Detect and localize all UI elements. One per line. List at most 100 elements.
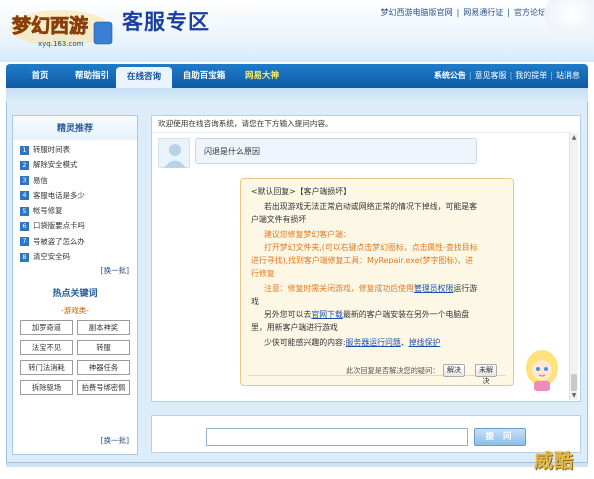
list-item[interactable]: 4 客服电话是多少 — [20, 188, 137, 203]
reply-line: 行修复 — [251, 269, 275, 278]
reply-text: 、 — [400, 338, 409, 347]
user-message-text: 闪退是什么原因 — [204, 147, 260, 156]
disconnect-protection-link[interactable]: 掉线保护 — [409, 338, 441, 347]
main-navbar: 首页 帮助指引 在线咨询 自助百宝箱 网易大神 系统公告 | 意见客服 | 我的提单 | 站… — [6, 64, 588, 88]
keyword-button[interactable]: 拍费号绑密佩 — [77, 380, 130, 396]
reply-line: 进行寻找),找到客户端修复工具：MyRepair.exe(梦字图标)，进 — [251, 256, 474, 265]
watermark-logo: 威酷 — [534, 450, 575, 472]
list-item-label: 解除安全模式 — [33, 160, 78, 170]
separator: | — [468, 71, 472, 80]
nav-help-guide[interactable]: 帮助指引 — [66, 64, 118, 88]
reply-text: 注意：修复时需关闭游戏，修复成功后使用 — [264, 284, 414, 293]
number-badge: 1 — [20, 145, 29, 155]
official-download-link[interactable]: 官网下载 — [311, 310, 343, 319]
list-item[interactable]: 6 口袋版要点卡吗 — [20, 218, 137, 233]
question-input[interactable] — [206, 428, 468, 446]
list-item[interactable]: 8 清空安全码 — [20, 249, 137, 264]
nav-site-messages[interactable]: 站消息 — [556, 71, 580, 80]
reply-text: 运行游 — [453, 284, 478, 293]
keyword-button[interactable]: 神器任务 — [77, 360, 130, 376]
sidebar-title: 精灵推荐 — [13, 116, 137, 140]
keyword-button[interactable]: 转门法消耗 — [20, 360, 73, 376]
server-issue-link[interactable]: 服务器运行问题 — [346, 338, 401, 347]
nav-netease-dashen[interactable]: 网易大神 — [236, 64, 288, 88]
nav-self-service[interactable]: 自助百宝箱 — [174, 64, 234, 88]
scroll-thumb[interactable] — [571, 374, 577, 391]
hot-keywords-title: 热点关键词 — [52, 289, 98, 300]
separator: | — [550, 71, 553, 80]
admin-rights-link[interactable]: 管理员权限 — [414, 284, 453, 293]
reply-line: 少侠可能感兴趣的内容:服务器运行问题、掉线保护 — [264, 337, 440, 348]
scroll-up-arrow-icon[interactable]: ▲ — [570, 133, 578, 142]
reply-text: 最新的客户端安装在另外一个电脑盘 — [342, 310, 470, 319]
welcome-message: 欢迎使用在线咨询系统，请您在下方输入提问内容。 — [158, 119, 333, 128]
scroll-down-arrow-icon[interactable]: ▼ — [570, 391, 578, 400]
reply-text: 少侠可能感兴趣的内容: — [264, 338, 346, 347]
nav-online-consult[interactable]: 在线咨询 — [116, 67, 172, 88]
list-item[interactable]: 7 号被盗了怎么办 — [20, 234, 137, 249]
list-item[interactable]: 3 易信 — [20, 173, 137, 188]
number-badge: 8 — [20, 252, 29, 262]
list-item-label: 易信 — [33, 175, 48, 185]
keyword-category: -游戏类- — [61, 306, 89, 316]
reply-line: 若出现游戏无法正常启动或网络正常的情况下掉线，可能是客 — [264, 202, 478, 211]
nav-home[interactable]: 首页 — [20, 64, 60, 88]
ask-button[interactable]: 提 问 — [474, 428, 526, 446]
toplink-passport[interactable]: 网易通行证 — [463, 8, 503, 17]
list-item-label: 清空安全码 — [33, 252, 70, 262]
resolved-button[interactable]: 解决 — [443, 364, 465, 377]
reply-line: 建议您修复梦幻客户端： — [264, 230, 351, 239]
reply-line: 注意：修复时需关闭游戏，修复成功后使用管理员权限运行游 — [264, 283, 477, 294]
toplink-official-site[interactable]: 梦幻西游电脑版官网 — [381, 8, 453, 17]
keyword-button[interactable]: 拆除驱场 — [20, 380, 73, 396]
reply-text: 另外您可以去 — [264, 310, 312, 319]
refresh-recommend-link[interactable]: [换一批] — [13, 264, 137, 278]
keyword-button[interactable]: 加罗奇道 — [20, 320, 73, 336]
nav-system-notice[interactable]: 系统公告 — [434, 71, 466, 80]
reply-line: 戏 — [251, 297, 259, 306]
list-item[interactable]: 1 转服时间表 — [20, 142, 137, 157]
keyword-button[interactable]: 法宝不见 — [20, 340, 73, 356]
keyword-button[interactable]: 副本神奖 — [77, 320, 130, 336]
top-links: 梦幻西游电脑版官网 | 网易通行证 | 官方论坛 — [379, 7, 548, 18]
number-badge: 4 — [20, 191, 29, 201]
reply-line: 另外您可以去官网下载最新的客户端安装在另外一个电脑盘 — [264, 309, 469, 320]
reply-line: 户端文件有损坏 — [251, 215, 307, 224]
nav-feedback[interactable]: 意见客服 — [475, 71, 507, 80]
toplink-forum[interactable]: 官方论坛 — [514, 8, 546, 17]
unresolved-button[interactable]: 未解决 — [475, 364, 497, 385]
user-silhouette-icon — [164, 144, 186, 168]
separator: | — [507, 8, 510, 17]
number-badge: 6 — [20, 221, 29, 231]
logo-text: 梦幻西游 — [12, 14, 88, 37]
agent-avatar-icon — [526, 350, 558, 391]
list-item-label: 转服时间表 — [33, 145, 70, 154]
logo-url: xyq.163.com — [38, 40, 84, 48]
reply-header: <默认回复>【客户端损坏】 — [251, 187, 352, 196]
nav-my-tickets[interactable]: 我的提单 — [515, 71, 547, 80]
game-logo[interactable]: 梦幻西游 xyq.163.com — [8, 6, 118, 50]
number-badge: 7 — [20, 237, 29, 247]
cloud-decoration — [544, 0, 594, 36]
divider — [153, 132, 571, 133]
nav-right-links: 系统公告 | 意见客服 | 我的提单 | 站消息 — [434, 64, 580, 88]
content-shell-strip — [6, 88, 588, 102]
chat-scrollbar[interactable]: ▲ ▼ — [569, 133, 578, 400]
list-item[interactable]: 2 解除安全模式 — [20, 157, 137, 172]
reply-line: 打开梦幻文件夹,(可以右键点击梦幻图标，点击属性-查找目标 — [264, 243, 478, 252]
reply-line: 里，用新客户端进行游戏 — [251, 323, 338, 332]
keyword-grid: 加罗奇道 副本神奖 法宝不见 转服 转门法消耗 神器任务 拆除驱场 拍费号绑密佩 — [13, 318, 137, 402]
keyword-button[interactable]: 转服 — [77, 340, 130, 356]
number-badge: 5 — [20, 206, 29, 216]
separator: | — [456, 8, 460, 17]
refresh-keywords-link[interactable]: [换一批] — [101, 435, 129, 446]
list-item-label: 帐号修复 — [33, 206, 63, 216]
feedback-question: 此次回复是否解决您的疑问： — [346, 366, 440, 375]
elf-recommend-list: 1 转服时间表 2 解除安全模式 3 易信 4 客服电话是多少 5 帐号修复 6 口袋版要点… — [13, 140, 137, 264]
bottom-strip — [6, 463, 588, 467]
user-avatar — [158, 138, 190, 168]
header: 梦幻西游 xyq.163.com 客服专区 梦幻西游电脑版官网 | 网易通行证 | 官方… — [0, 0, 594, 62]
sidebar: 精灵推荐 1 转服时间表 2 解除安全模式 3 易信 4 客服电话是多少 5 帐号修复 6… — [12, 115, 138, 455]
number-badge: 3 — [20, 176, 29, 186]
list-item[interactable]: 5 帐号修复 — [20, 203, 137, 218]
